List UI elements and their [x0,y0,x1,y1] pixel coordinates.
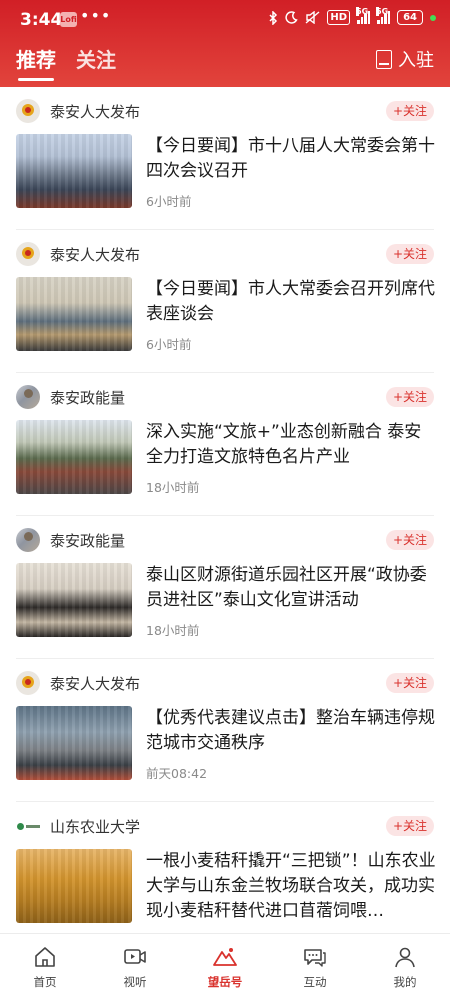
nav-video-label: 视听 [123,975,147,989]
nav-wangyue-label: 望岳号 [207,975,243,989]
news-title[interactable]: 【今日要闻】市十八届人大常委会第十四次会议召开 [146,134,436,184]
chat-icon [304,949,326,967]
enter-button[interactable]: 入驻 [376,46,434,72]
bluetooth-icon [269,10,278,25]
mountain-icon [213,948,237,966]
status-time: 3:44 [20,10,63,30]
profile-icon [395,947,415,968]
news-thumbnail[interactable] [16,563,132,637]
moon-icon [285,11,299,24]
news-title[interactable]: 深入实施“文旅+”业态创新融合 泰安全力打造文旅特色名片产业 [146,420,436,470]
photo-avatar [16,528,40,552]
nav-wangyue[interactable]: 望岳号 [180,934,270,1000]
source-name: 泰安政能量 [50,388,126,407]
news-title[interactable]: 【优秀代表建议点击】整治车辆违停规范城市交通秩序 [146,706,436,756]
news-feed[interactable]: 泰安人大发布 +关注 【今日要闻】市十八届人大常委会第十四次会议召开 6小时前 … [0,87,450,933]
news-thumbnail[interactable] [16,706,132,780]
feed-tabs: 推荐 关注 [16,44,116,81]
follow-button[interactable]: +关注 [385,816,434,836]
signal-icon: 5G [356,7,371,24]
emblem-avatar [16,671,40,695]
source-name: 泰安人大发布 [50,245,141,264]
follow-button[interactable]: +关注 [385,673,434,693]
bottom-navigation: 首页 视听 望岳号 互动 我的 [0,933,450,1000]
news-time: 6小时前 [146,337,192,352]
follow-button[interactable]: +关注 [385,101,434,121]
source-row[interactable]: 泰安政能量 [16,528,125,552]
nav-home-label: 首页 [33,975,57,989]
nav-home[interactable]: 首页 [0,934,90,1000]
video-icon [124,949,146,964]
nav-interact-label: 互动 [303,975,327,989]
news-title[interactable]: 【今日要闻】市人大常委会召开列席代表座谈会 [146,277,436,327]
news-time: 前天08:42 [146,766,208,781]
news-time: 18小时前 [146,623,200,638]
privacy-indicator-icon [430,14,436,21]
emblem-avatar [16,99,40,123]
news-thumbnail[interactable] [16,849,132,923]
nav-video[interactable]: 视听 [90,934,180,1000]
app-header: 3:44 Lofi ••• HD 5G 5G 64 推荐 关注 入驻 [0,0,450,87]
news-title[interactable]: 泰山区财源街道乐园社区开展“政协委员进社区”泰山文化宣讲活动 [146,563,436,613]
news-time: 18小时前 [146,480,200,495]
source-row[interactable]: 山东农业大学 [16,814,140,838]
signal-icon-2: 5G [376,7,391,24]
follow-button[interactable]: +关注 [385,530,434,550]
news-card[interactable]: 泰安政能量 +关注 深入实施“文旅+”业态创新融合 泰安全力打造文旅特色名片产业… [0,373,450,516]
enter-label: 入驻 [398,50,434,71]
status-bar: 3:44 Lofi ••• HD 5G 5G 64 [0,0,450,40]
news-card[interactable]: 泰安人大发布 +关注 【今日要闻】市人大常委会召开列席代表座谈会 6小时前 [0,230,450,373]
mute-icon [305,11,320,24]
nav-profile[interactable]: 我的 [360,934,450,1000]
news-card[interactable]: 泰安人大发布 +关注 【今日要闻】市十八届人大常委会第十四次会议召开 6小时前 [0,87,450,230]
emblem-avatar [16,242,40,266]
home-icon [35,947,55,967]
tab-recommend[interactable]: 推荐 [16,44,56,81]
document-icon [376,49,392,69]
nav-profile-label: 我的 [393,975,417,989]
notification-app-icon: Lofi [60,12,77,27]
source-name: 泰安政能量 [50,531,126,550]
follow-button[interactable]: +关注 [385,387,434,407]
source-row[interactable]: 泰安人大发布 [16,671,140,695]
nav-interact[interactable]: 互动 [270,934,360,1000]
hd-badge: HD [327,10,351,25]
news-card[interactable]: 泰安政能量 +关注 泰山区财源街道乐园社区开展“政协委员进社区”泰山文化宣讲活动… [0,516,450,659]
university-logo-avatar [16,814,40,838]
battery-icon: 64 [397,10,423,25]
source-name: 泰安人大发布 [50,102,141,121]
news-thumbnail[interactable] [16,277,132,351]
source-name: 泰安人大发布 [50,674,141,693]
news-card[interactable]: 山东农业大学 +关注 一根小麦秸秆撬开“三把锁”！山东农业大学与山东金兰牧场联合… [0,802,450,933]
source-row[interactable]: 泰安人大发布 [16,99,140,123]
news-thumbnail[interactable] [16,134,132,208]
source-name: 山东农业大学 [50,817,141,836]
more-notifications-icon: ••• [80,6,112,25]
photo-avatar [16,385,40,409]
source-row[interactable]: 泰安政能量 [16,385,125,409]
news-card[interactable]: 泰安人大发布 +关注 【优秀代表建议点击】整治车辆违停规范城市交通秩序 前天08… [0,659,450,802]
news-time: 6小时前 [146,194,192,209]
follow-button[interactable]: +关注 [385,244,434,264]
news-title[interactable]: 一根小麦秸秆撬开“三把锁”！山东农业大学与山东金兰牧场联合攻关，成功实现小麦秸秆… [146,849,436,924]
status-icons: HD 5G 5G 64 [268,7,436,25]
source-row[interactable]: 泰安人大发布 [16,242,140,266]
news-thumbnail[interactable] [16,420,132,494]
tab-following[interactable]: 关注 [76,44,116,81]
